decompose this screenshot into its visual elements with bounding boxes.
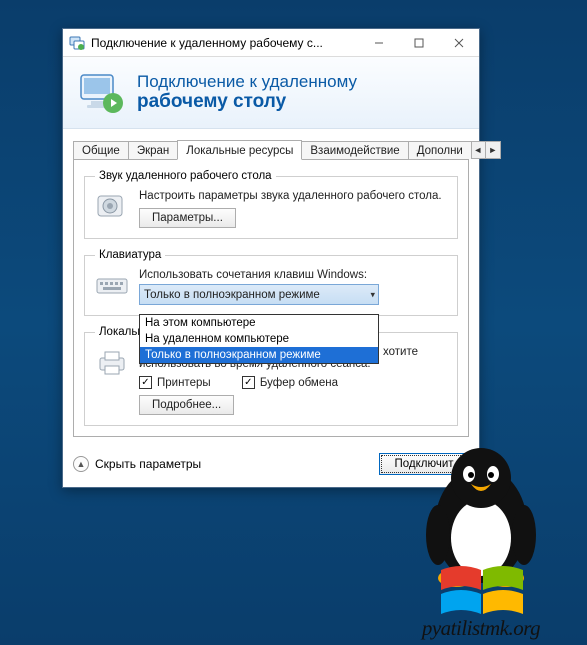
checkbox-printers-label: Принтеры [157,377,211,389]
checkbox-clipboard-label: Буфер обмена [260,377,338,389]
hide-options-label: Скрыть параметры [95,457,201,471]
hide-options-link[interactable]: ▲ Скрыть параметры [73,456,201,472]
chevron-down-icon: ▾ [370,289,375,300]
keyboard-icon [95,269,129,303]
tabpanel-local-resources: Звук удаленного рабочего стола Настроить… [73,159,469,437]
tab-scroll-left[interactable]: ◄ [470,141,486,159]
keyboard-combo[interactable]: Только в полноэкранном режиме ▾ [139,284,379,305]
titlebar[interactable]: Подключение к удаленному рабочему с... [63,29,479,57]
chevron-up-icon: ▲ [73,456,89,472]
audio-settings-button[interactable]: Параметры... [139,208,236,228]
group-keyboard: Клавиатура Использовать сочетания клавиш… [84,249,458,316]
keyboard-combo-dropdown: На этом компьютере На удаленном компьюте… [139,314,379,364]
tab-general[interactable]: Общие [73,141,129,159]
keyboard-option-0[interactable]: На этом компьютере [140,315,378,331]
minimize-button[interactable] [359,29,399,56]
tab-scroll-right[interactable]: ► [485,141,501,159]
tab-display[interactable]: Экран [128,141,178,159]
app-icon [69,35,85,51]
check-icon: ✓ [242,376,255,389]
keyboard-combo-value: Только в полноэкранном режиме [144,289,320,301]
banner: Подключение к удаленному рабочему столу [63,57,479,129]
checkbox-printers[interactable]: ✓ Принтеры [139,376,211,389]
rdp-icon [77,69,125,117]
maximize-button[interactable] [399,29,439,56]
close-button[interactable] [439,29,479,56]
windows-flag-icon [436,562,526,622]
check-icon: ✓ [139,376,152,389]
group-audio-legend: Звук удаленного рабочего стола [95,170,276,182]
checkbox-clipboard[interactable]: ✓ Буфер обмена [242,376,338,389]
printer-icon [95,346,129,380]
dialog-footer: ▲ Скрыть параметры Подключит [73,453,469,475]
speaker-icon [95,190,129,224]
keyboard-option-1[interactable]: На удаленном компьютере [140,331,378,347]
keyboard-option-2[interactable]: Только в полноэкранном режиме [140,347,378,363]
banner-line1: Подключение к удаленному [137,72,357,92]
rdp-dialog: Подключение к удаленному рабочему с... [62,28,480,488]
tab-advanced[interactable]: Дополни [408,141,472,159]
banner-line2: рабочему столу [137,91,357,113]
group-keyboard-legend: Клавиатура [95,249,165,261]
window-title: Подключение к удаленному рабочему с... [91,36,359,50]
devices-more-button[interactable]: Подробнее... [139,395,234,415]
tab-experience[interactable]: Взаимодействие [301,141,408,159]
tabs: Общие Экран Локальные ресурсы Взаимодейс… [73,137,469,159]
group-audio: Звук удаленного рабочего стола Настроить… [84,170,458,239]
audio-text: Настроить параметры звука удаленного раб… [139,190,447,202]
tab-local-resources[interactable]: Локальные ресурсы [177,140,302,160]
watermark-text: pyatilistmk.org [381,616,581,641]
connect-button[interactable]: Подключит [379,453,469,475]
keyboard-text: Использовать сочетания клавиш Windows: [139,269,447,281]
